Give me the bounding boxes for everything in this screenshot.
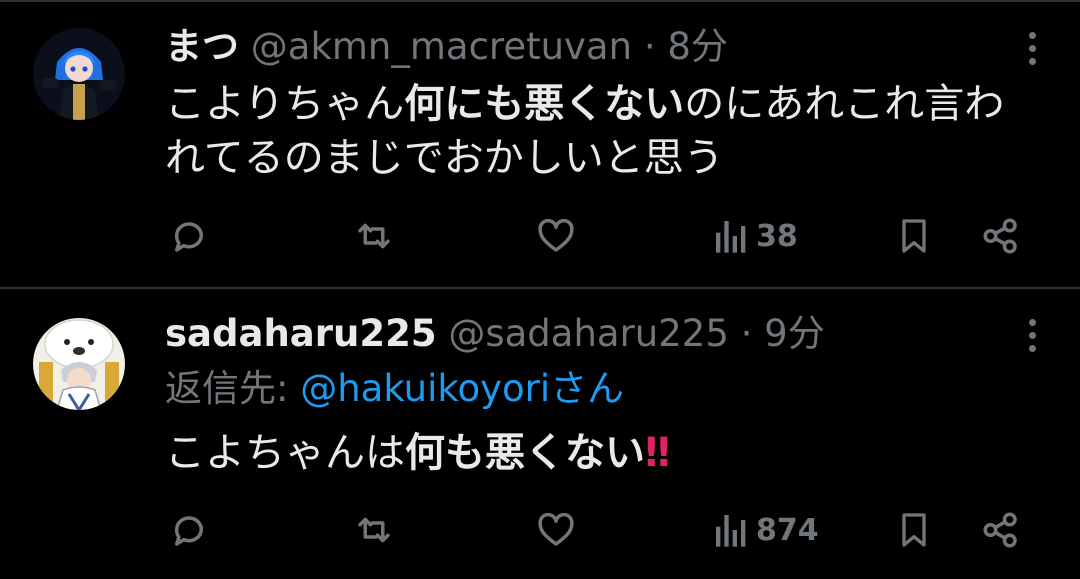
avatar[interactable] xyxy=(33,28,125,120)
more-icon[interactable] xyxy=(1026,319,1038,359)
avatar[interactable] xyxy=(33,318,125,410)
tweet[interactable]: sadaharu225 @sadaharu225 · 9分 返信先: @haku… xyxy=(0,289,1080,579)
more-icon[interactable] xyxy=(1026,32,1038,72)
reply-suffix: さん xyxy=(550,367,625,410)
separator-dot: · xyxy=(740,312,753,355)
like-button[interactable] xyxy=(535,507,577,553)
bookmark-icon xyxy=(902,219,926,253)
exclamation-emoji: ‼ xyxy=(645,430,671,476)
tweet-header: まつ @akmn_macretuvan · 8分 xyxy=(165,25,728,69)
display-name[interactable]: sadaharu225 xyxy=(165,312,437,355)
tweet-text-bold: 何も悪くない xyxy=(405,430,645,476)
tweet-text-line-2: れてるのまじでおかしいと思う xyxy=(165,135,724,181)
user-handle[interactable]: @sadaharu225 xyxy=(448,312,729,355)
tweet[interactable]: まつ @akmn_macretuvan · 8分 こよりちゃん何にも悪くないのに… xyxy=(0,0,1080,287)
like-icon xyxy=(538,512,574,546)
display-name[interactable]: まつ xyxy=(165,25,239,68)
reply-context: 返信先: @hakuikoyoriさん xyxy=(165,365,624,413)
bookmark-button[interactable] xyxy=(894,507,934,553)
view-count: 874 xyxy=(756,512,819,548)
retweet-icon xyxy=(358,223,390,249)
separator-dot: · xyxy=(643,25,656,68)
share-icon xyxy=(983,218,1017,254)
timestamp[interactable]: 8分 xyxy=(667,25,728,68)
reply-button[interactable] xyxy=(168,213,210,259)
reply-mention-link[interactable]: @hakuikoyori xyxy=(300,367,550,410)
tweet-text-segment: こよちゃんは xyxy=(165,430,405,476)
views-icon xyxy=(716,515,746,547)
views-button[interactable]: 38 xyxy=(714,213,798,259)
user-handle[interactable]: @akmn_macretuvan xyxy=(251,25,632,68)
reply-icon xyxy=(174,222,203,252)
tweet-text-bold: 何にも悪くない xyxy=(404,81,685,127)
view-count: 38 xyxy=(756,218,798,254)
tweet-text-line-1: こよりちゃん何にも悪くないのにあれこれ言わ xyxy=(165,78,1004,130)
reply-icon xyxy=(174,516,203,546)
like-button[interactable] xyxy=(535,213,577,259)
reply-button[interactable] xyxy=(168,507,210,553)
tweet-text-segment: のにあれこれ言わ xyxy=(684,81,1005,127)
bookmark-button[interactable] xyxy=(894,213,934,259)
views-icon xyxy=(716,221,746,253)
share-icon xyxy=(983,512,1017,548)
tweet-header: sadaharu225 @sadaharu225 · 9分 xyxy=(165,312,825,356)
timestamp[interactable]: 9分 xyxy=(764,312,825,355)
views-button[interactable]: 874 xyxy=(714,507,819,553)
retweet-button[interactable] xyxy=(352,507,396,553)
tweet-text-segment: こよりちゃん xyxy=(165,81,405,127)
tweet-text-line-1: こよちゃんは何も悪くない‼ xyxy=(165,427,670,479)
retweet-button[interactable] xyxy=(352,213,396,259)
like-icon xyxy=(538,218,574,252)
reply-label: 返信先: xyxy=(165,367,301,410)
retweet-icon xyxy=(358,517,390,543)
share-button[interactable] xyxy=(980,213,1022,259)
bookmark-icon xyxy=(902,513,926,547)
share-button[interactable] xyxy=(980,507,1022,553)
